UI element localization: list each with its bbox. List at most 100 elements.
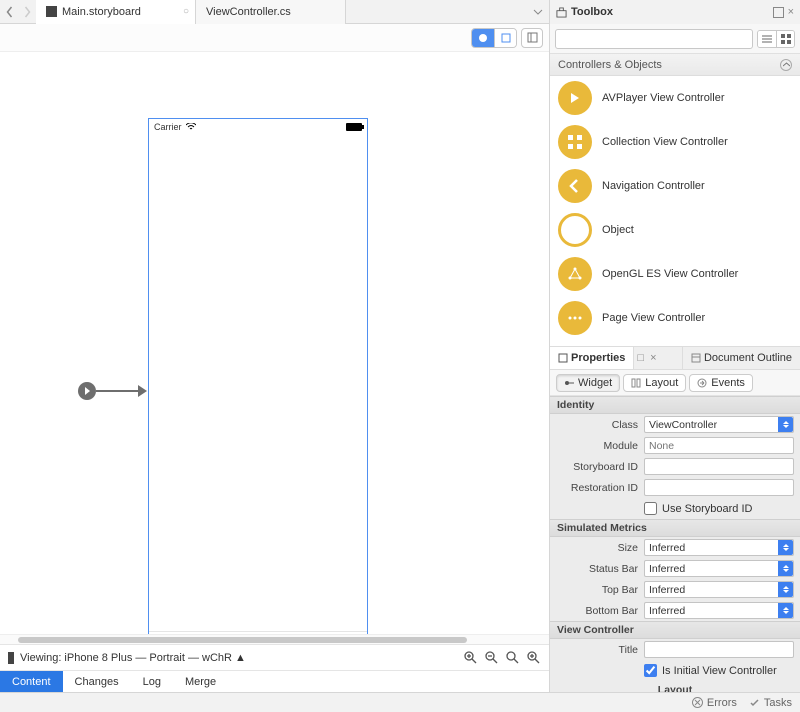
toolbox-item-label: Collection View Controller bbox=[602, 136, 728, 148]
avplayer-icon bbox=[558, 81, 592, 115]
restoration-id-label: Restoration ID bbox=[556, 482, 638, 494]
tab-viewcontroller-cs[interactable]: ViewController.cs bbox=[196, 0, 346, 24]
panel-tab-label: Properties bbox=[571, 352, 625, 364]
errors-status[interactable]: Errors bbox=[692, 697, 737, 709]
collection-icon bbox=[558, 125, 592, 159]
toolbox-item-label: Page View Controller bbox=[602, 312, 705, 324]
topbar-label: Top Bar bbox=[556, 584, 638, 596]
tab-label: Main.storyboard bbox=[62, 6, 141, 18]
toolbox-item-label: Object bbox=[602, 224, 634, 236]
title-input[interactable] bbox=[644, 641, 794, 658]
viewing-label[interactable]: Viewing: iPhone 8 Plus — Portrait — wChR… bbox=[20, 652, 457, 664]
module-input[interactable] bbox=[644, 437, 794, 454]
panel-tab-outline[interactable]: Document Outline bbox=[682, 347, 800, 369]
battery-icon bbox=[346, 123, 362, 131]
prop-tab-events[interactable]: Events bbox=[689, 374, 753, 392]
storyboard-icon bbox=[46, 6, 57, 17]
errors-label: Errors bbox=[707, 697, 737, 709]
constraints-mode-button[interactable] bbox=[472, 29, 494, 47]
entry-point-icon[interactable] bbox=[78, 382, 96, 400]
panel-close-icon[interactable]: × bbox=[647, 352, 659, 364]
section-simulated: Simulated Metrics bbox=[550, 519, 800, 537]
bottombar-label: Bottom Bar bbox=[556, 605, 638, 617]
size-label: Size bbox=[556, 542, 638, 554]
tasks-label: Tasks bbox=[764, 697, 792, 709]
statusbar-select[interactable]: Inferred bbox=[644, 560, 794, 577]
tab-log[interactable]: Log bbox=[131, 671, 173, 692]
wifi-icon bbox=[186, 123, 196, 131]
tab-main-storyboard[interactable]: Main.storyboard ○ bbox=[36, 0, 196, 24]
title-label: Title bbox=[556, 644, 638, 656]
use-storyboard-id-checkbox[interactable] bbox=[644, 502, 657, 515]
size-value: Inferred bbox=[649, 542, 685, 554]
category-label: Controllers & Objects bbox=[558, 59, 662, 71]
tab-close-icon[interactable]: ○ bbox=[183, 6, 189, 17]
tab-label: ViewController.cs bbox=[206, 6, 291, 18]
horizontal-scrollbar[interactable] bbox=[0, 634, 549, 644]
restoration-id-input[interactable] bbox=[644, 479, 794, 496]
navigation-icon bbox=[558, 169, 592, 203]
tab-merge[interactable]: Merge bbox=[173, 671, 228, 692]
toolbox-search-input[interactable] bbox=[555, 29, 753, 49]
toolbox-item[interactable]: Page View Controller bbox=[550, 296, 800, 340]
storyboard-id-label: Storyboard ID bbox=[556, 461, 638, 473]
toolbox-item[interactable]: Collection View Controller bbox=[550, 120, 800, 164]
entry-arrow-line bbox=[96, 390, 140, 392]
class-value: ViewController bbox=[649, 419, 717, 431]
prop-tab-label: Events bbox=[711, 377, 745, 389]
outline-toggle-button[interactable] bbox=[521, 28, 543, 48]
device-status-bar: Carrier bbox=[149, 119, 367, 135]
prop-tab-label: Widget bbox=[578, 377, 612, 389]
prop-tab-widget[interactable]: Widget bbox=[556, 374, 620, 392]
class-select[interactable]: ViewController bbox=[644, 416, 794, 433]
class-label: Class bbox=[556, 419, 638, 431]
panel-detach-icon[interactable]: □ bbox=[634, 352, 647, 364]
toolbox-item-label: Navigation Controller bbox=[602, 180, 705, 192]
tab-content[interactable]: Content bbox=[0, 671, 63, 692]
toolbox-item[interactable]: Object bbox=[550, 208, 800, 252]
carrier-label: Carrier bbox=[154, 122, 182, 132]
device-frame[interactable]: Carrier bbox=[148, 118, 368, 634]
size-select[interactable]: Inferred bbox=[644, 539, 794, 556]
tab-dropdown[interactable] bbox=[346, 7, 549, 17]
toolbox-item-label: AVPlayer View Controller bbox=[602, 92, 724, 104]
zoom-in-icon[interactable] bbox=[526, 650, 541, 665]
grid-view-button[interactable] bbox=[776, 31, 794, 47]
toolbox-item[interactable]: Navigation Controller bbox=[550, 164, 800, 208]
zoom-actual-icon[interactable] bbox=[505, 650, 520, 665]
tasks-status[interactable]: Tasks bbox=[749, 697, 792, 709]
list-view-button[interactable] bbox=[758, 31, 776, 47]
panel-tab-properties[interactable]: Properties bbox=[550, 347, 634, 369]
panel-detach-button[interactable] bbox=[773, 7, 784, 18]
storyboard-id-input[interactable] bbox=[644, 458, 794, 475]
bottombar-select[interactable]: Inferred bbox=[644, 602, 794, 619]
topbar-select[interactable]: Inferred bbox=[644, 581, 794, 598]
canvas-toolbar bbox=[0, 24, 549, 52]
layout-heading: Layout bbox=[550, 681, 800, 692]
toolbox-item[interactable]: AVPlayer View Controller bbox=[550, 76, 800, 120]
initial-vc-checkbox[interactable] bbox=[644, 664, 657, 677]
toolbox-item-label: OpenGL ES View Controller bbox=[602, 268, 738, 280]
statusbar-label: Status Bar bbox=[556, 563, 638, 575]
toolbox-item[interactable]: OpenGL ES View Controller bbox=[550, 252, 800, 296]
nav-forward-button[interactable] bbox=[18, 2, 36, 22]
panel-close-button[interactable]: × bbox=[788, 6, 794, 18]
zoom-out-icon[interactable] bbox=[484, 650, 499, 665]
use-storyboard-id-label: Use Storyboard ID bbox=[662, 503, 752, 515]
section-identity: Identity bbox=[550, 396, 800, 414]
bottombar-value: Inferred bbox=[649, 605, 685, 617]
opengl-icon bbox=[558, 257, 592, 291]
nav-back-button[interactable] bbox=[0, 2, 18, 22]
tab-changes[interactable]: Changes bbox=[63, 671, 131, 692]
canvas[interactable]: Carrier bbox=[0, 52, 549, 634]
object-icon bbox=[558, 213, 592, 247]
category-collapse-button[interactable] bbox=[780, 59, 792, 71]
toolbox-title: Toolbox bbox=[571, 6, 769, 18]
panel-tab-label: Document Outline bbox=[704, 352, 792, 364]
prop-tab-layout[interactable]: Layout bbox=[623, 374, 686, 392]
zoom-fit-icon[interactable] bbox=[463, 650, 478, 665]
device-icon bbox=[8, 652, 14, 664]
frames-mode-button[interactable] bbox=[494, 29, 516, 47]
scene-dock bbox=[149, 631, 367, 634]
initial-vc-label: Is Initial View Controller bbox=[662, 665, 777, 677]
